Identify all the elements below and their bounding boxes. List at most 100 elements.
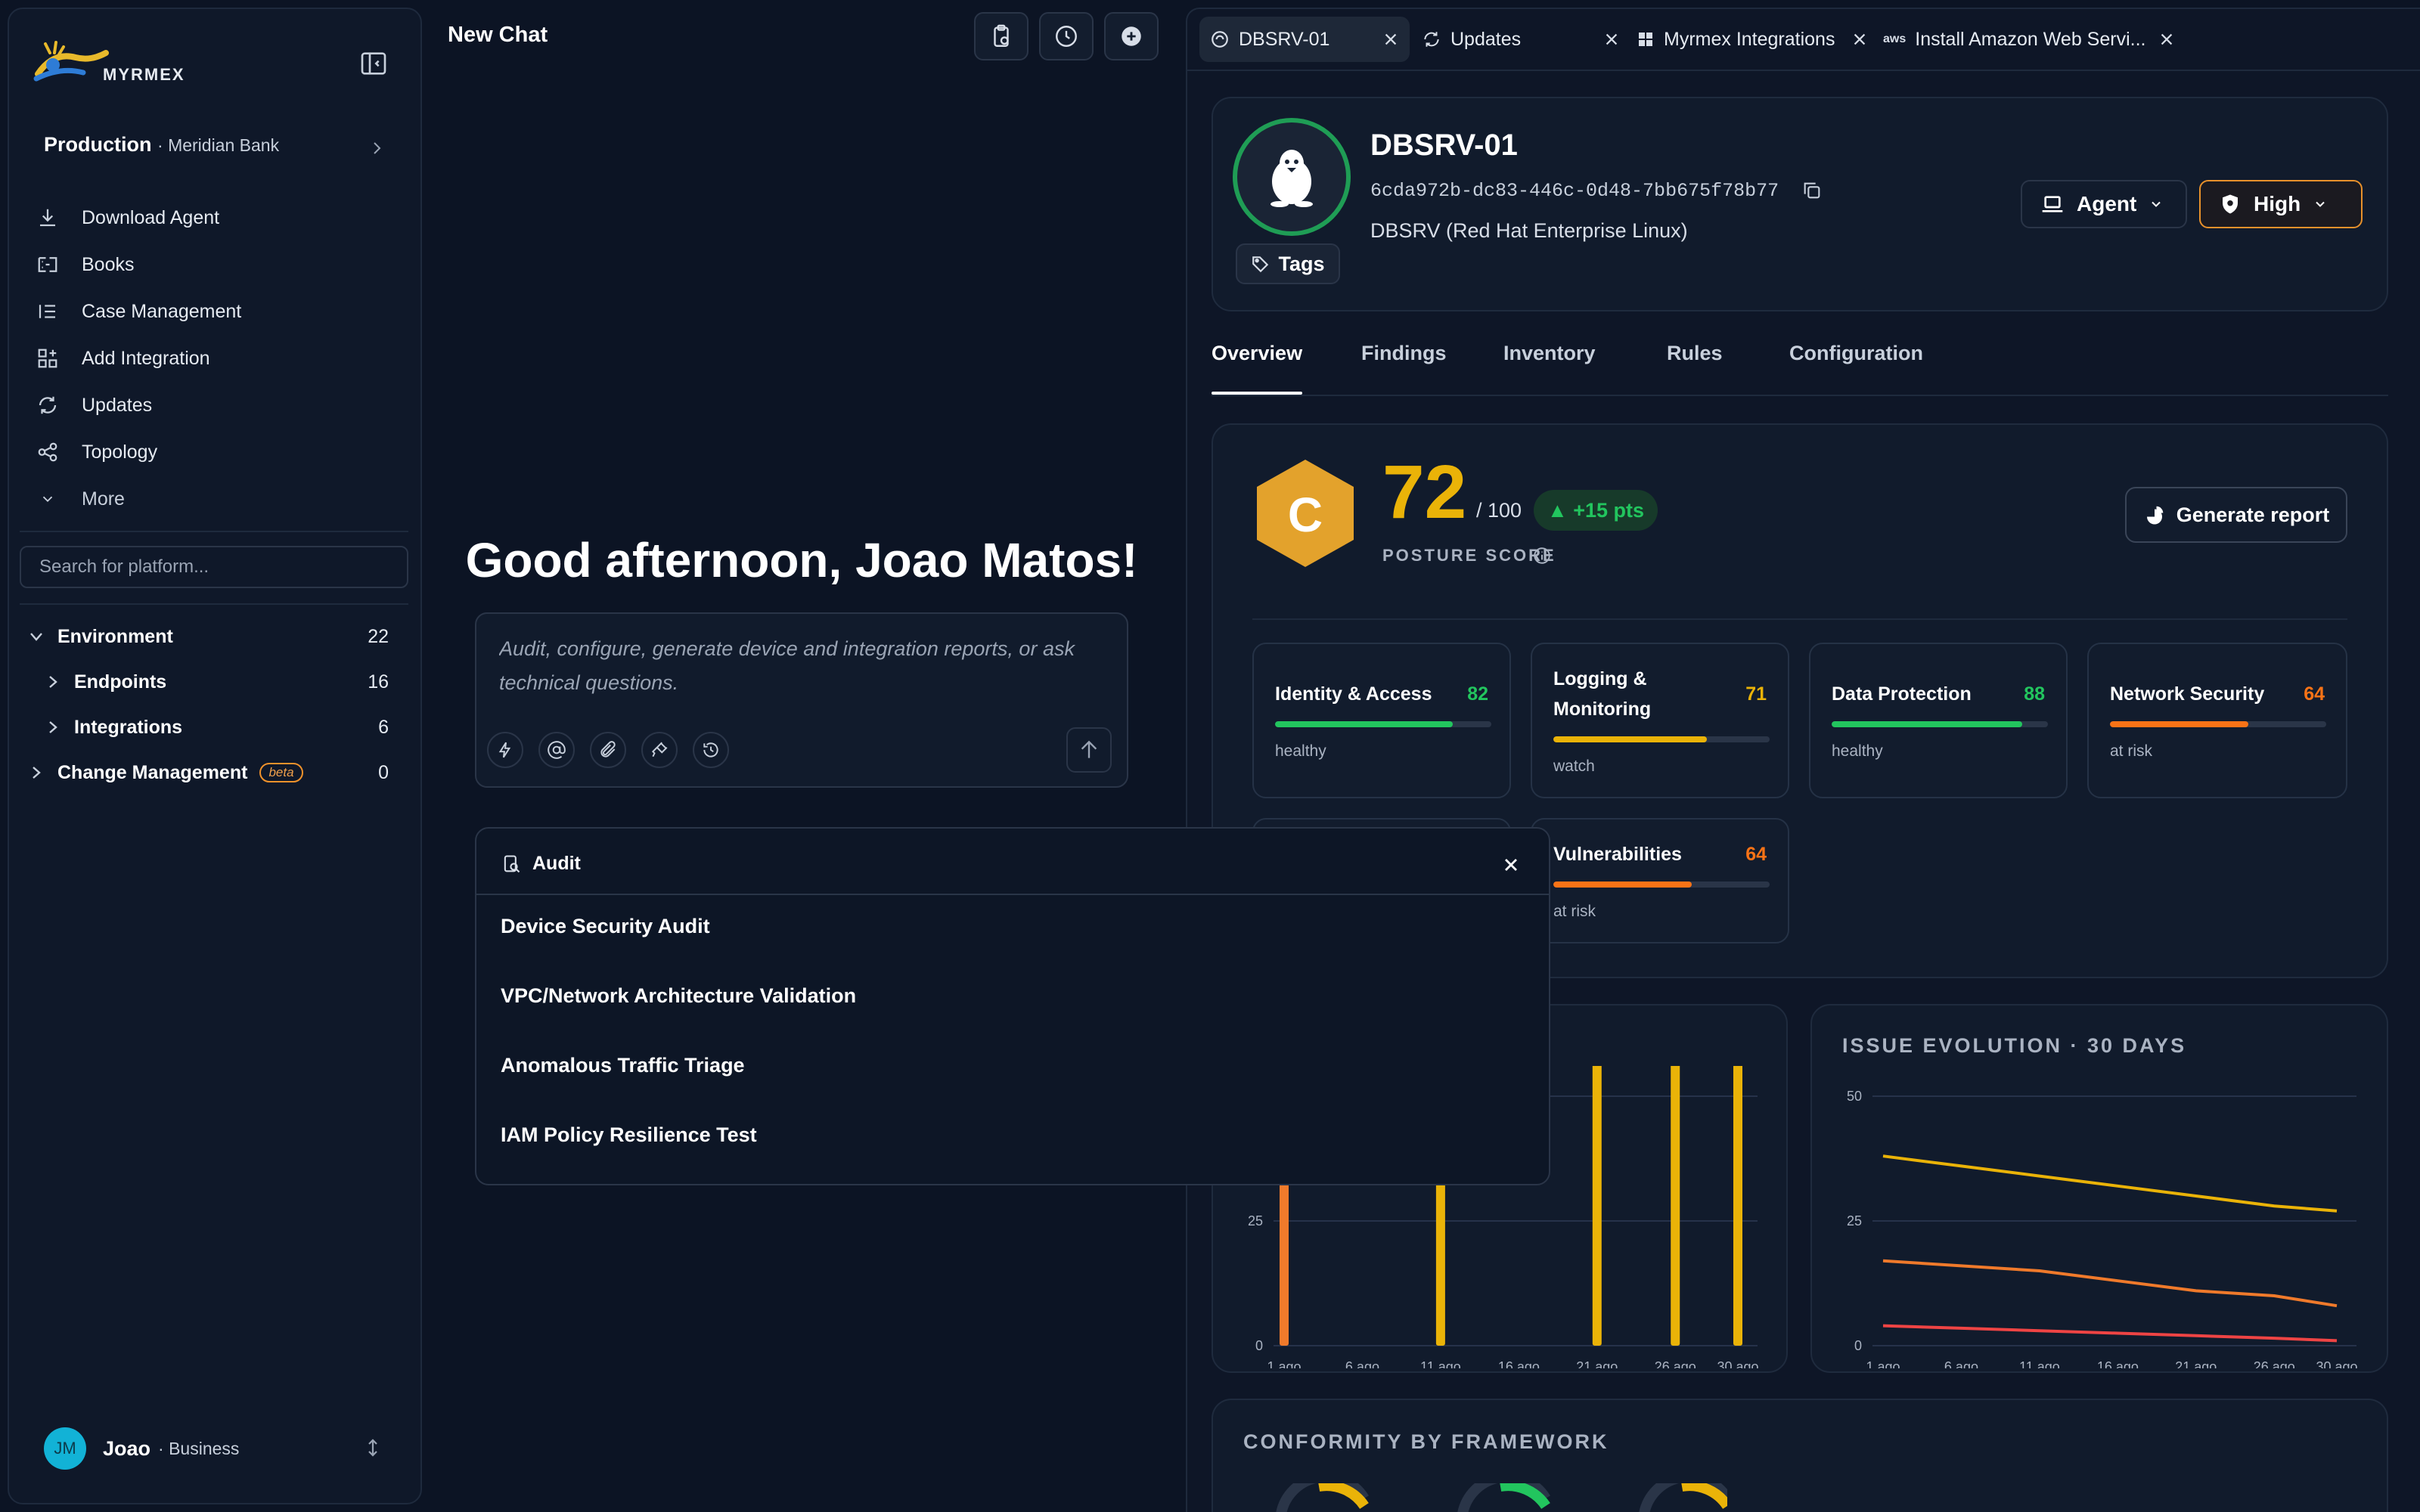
- refresh-icon: [36, 394, 59, 417]
- nav-add-integration[interactable]: Add Integration: [36, 336, 210, 381]
- x-tick-label: 16 ago: [1498, 1359, 1540, 1368]
- close-popup-icon[interactable]: [1500, 854, 1522, 875]
- collapse-sidebar-icon[interactable]: [358, 48, 389, 79]
- audit-item-anomalous-traffic[interactable]: Anomalous Traffic Triage: [501, 1054, 745, 1077]
- attach-button[interactable]: [590, 732, 626, 768]
- bar[interactable]: [1592, 1066, 1602, 1346]
- subtab-rules[interactable]: Rules: [1667, 342, 1723, 365]
- chat-input[interactable]: [499, 632, 1104, 708]
- category-card-logging-monitoring[interactable]: Logging & Monitoring 71 watch: [1531, 643, 1789, 798]
- history-button[interactable]: [1039, 12, 1094, 60]
- grid-icon: [1637, 30, 1655, 48]
- issue-evolution-card: ISSUE EVOLUTION · 30 DAYS 0 25 50 1 ago 6 ag…: [1810, 1004, 2388, 1373]
- send-button[interactable]: [1066, 727, 1112, 773]
- close-icon[interactable]: [1851, 31, 1868, 48]
- plugin-button[interactable]: [641, 732, 678, 768]
- x-tick-label: 21 ago: [2175, 1359, 2217, 1368]
- mention-button[interactable]: [538, 732, 575, 768]
- tree-endpoints[interactable]: Endpoints 16: [44, 661, 413, 703]
- nav-topology[interactable]: Topology: [36, 429, 157, 475]
- tree-count: 6: [378, 716, 389, 738]
- category-status: watch: [1553, 758, 1595, 775]
- category-name: Data Protection: [1832, 683, 1972, 705]
- platform-search-input[interactable]: [20, 546, 408, 588]
- audit-item-iam-policy[interactable]: IAM Policy Resilience Test: [501, 1123, 757, 1147]
- subtab-overview[interactable]: Overview: [1212, 342, 1302, 365]
- chat-input-container: [475, 612, 1128, 788]
- posture-out-of: / 100: [1476, 499, 1522, 522]
- nav-updates[interactable]: Updates: [36, 383, 152, 428]
- close-icon[interactable]: [2158, 31, 2175, 48]
- divider: [476, 894, 1549, 895]
- nav-more[interactable]: More: [39, 476, 125, 522]
- tree-label: Integrations: [74, 716, 183, 738]
- info-icon[interactable]: [1532, 546, 1552, 565]
- bar[interactable]: [1671, 1066, 1680, 1346]
- category-bar: [1832, 721, 2048, 727]
- logo-text: MYRMEX: [103, 65, 185, 84]
- tree-change-management[interactable]: Change Management beta 0: [27, 751, 413, 794]
- copy-icon[interactable]: [1801, 180, 1823, 201]
- x-tick-label: 11 ago: [2019, 1359, 2060, 1368]
- plus-circle-icon: [1118, 23, 1144, 49]
- series-line[interactable]: [1882, 1154, 2338, 1213]
- agent-dropdown[interactable]: Agent: [2021, 180, 2187, 228]
- generate-report-button[interactable]: Generate report: [2125, 487, 2347, 543]
- tree-environment[interactable]: Environment 22: [27, 615, 413, 658]
- new-chat-button[interactable]: [1104, 12, 1159, 60]
- category-bar-fill: [1553, 881, 1692, 888]
- audit-item-vpc-validation[interactable]: VPC/Network Architecture Validation: [501, 984, 856, 1008]
- close-icon[interactable]: [1382, 31, 1399, 48]
- nav-books[interactable]: Books: [36, 242, 134, 287]
- nav-label: More: [82, 488, 125, 510]
- tags-button[interactable]: Tags: [1236, 243, 1340, 284]
- conformity-gauges: [1276, 1483, 1727, 1512]
- series-line[interactable]: [1882, 1259, 2338, 1308]
- chevron-right-icon[interactable]: [368, 139, 386, 157]
- tree-label: Change Management: [57, 761, 248, 783]
- bolt-icon: [495, 740, 515, 760]
- myrmex-logo[interactable]: [30, 36, 113, 85]
- tab-install-aws[interactable]: aws Install Amazon Web Servi...: [1883, 17, 2175, 62]
- category-card-identity-access[interactable]: Identity & Access 82 healthy: [1252, 643, 1511, 798]
- category-card-vulnerabilities[interactable]: Vulnerabilities 64 at risk: [1531, 818, 1789, 943]
- nav-download-agent[interactable]: Download Agent: [36, 195, 219, 240]
- audit-popup: Audit Device Security Audit VPC/Network …: [475, 827, 1550, 1185]
- tab-dbsrv-01[interactable]: DBSRV-01: [1199, 17, 1410, 62]
- audit-item-device-security[interactable]: Device Security Audit: [501, 915, 710, 938]
- clipboard-button[interactable]: [974, 12, 1028, 60]
- bolt-button[interactable]: [487, 732, 523, 768]
- user-name: Joao: [103, 1436, 151, 1460]
- close-icon[interactable]: [1603, 31, 1620, 48]
- bar[interactable]: [1733, 1066, 1742, 1346]
- category-card-network-security[interactable]: Network Security 64 at risk: [2087, 643, 2347, 798]
- tree-count: 22: [368, 625, 389, 647]
- server-icon: [1210, 29, 1230, 49]
- category-bar-fill: [1832, 721, 2022, 727]
- expand-collapse-icon[interactable]: [361, 1436, 384, 1459]
- audit-icon: [501, 854, 522, 875]
- history-tool-button[interactable]: [693, 732, 729, 768]
- x-tick-label: 26 ago: [1655, 1359, 1696, 1368]
- linux-penguin-icon: [1264, 147, 1319, 207]
- tree-count: 16: [368, 671, 389, 692]
- category-name: Vulnerabilities: [1553, 844, 1682, 865]
- severity-dropdown[interactable]: High: [2199, 180, 2363, 228]
- books-icon: [36, 253, 59, 276]
- tree-integrations[interactable]: Integrations 6: [44, 706, 413, 748]
- user-plan: · Business: [158, 1438, 240, 1458]
- user-menu[interactable]: JM Joao · Business: [44, 1427, 239, 1470]
- tab-updates[interactable]: Updates: [1422, 17, 1620, 62]
- chevron-down-icon: [39, 491, 56, 507]
- series-line[interactable]: [1882, 1324, 2338, 1343]
- subtab-findings[interactable]: Findings: [1361, 342, 1446, 365]
- subtab-inventory[interactable]: Inventory: [1503, 342, 1596, 365]
- add-integration-icon: [36, 347, 59, 370]
- org-switcher[interactable]: Production · Meridian Bank: [44, 133, 279, 156]
- nav-case-management[interactable]: Case Management: [36, 289, 241, 334]
- grade-letter: C: [1287, 488, 1323, 542]
- nav-label: Updates: [82, 394, 153, 416]
- category-card-data-protection[interactable]: Data Protection 88 healthy: [1809, 643, 2068, 798]
- subtab-configuration[interactable]: Configuration: [1789, 342, 1923, 365]
- tab-myrmex-integrations[interactable]: Myrmex Integrations: [1637, 17, 1868, 62]
